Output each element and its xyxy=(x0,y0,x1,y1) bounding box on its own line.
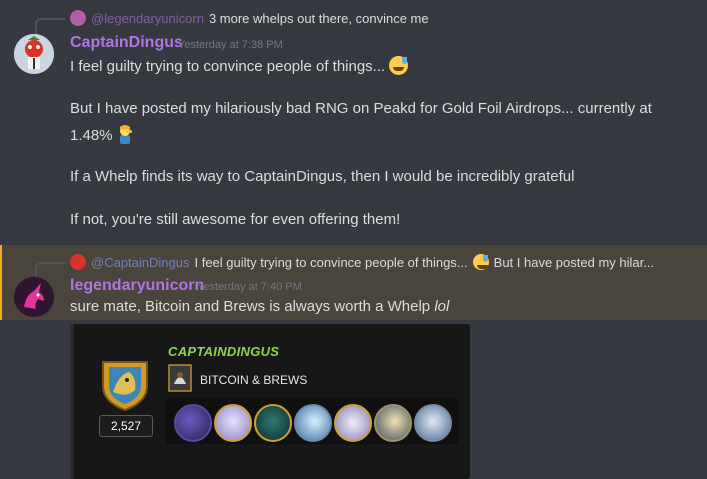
player-rating: 2,527 xyxy=(99,415,153,437)
guild-banner-icon xyxy=(168,364,192,397)
avatar[interactable] xyxy=(14,34,54,74)
player-name: CAPTAINDINGUS xyxy=(168,344,280,359)
rank-shield-icon xyxy=(97,356,153,417)
message-line: I feel guilty trying to convince people … xyxy=(70,56,409,75)
guild-name: BITCOIN & BREWS xyxy=(200,373,308,387)
unit-portrait xyxy=(414,404,452,442)
unit-portrait xyxy=(294,404,332,442)
facepalm-emoji-icon xyxy=(117,124,133,144)
reply-reference[interactable]: @legendaryunicorn 3 more whelps out ther… xyxy=(70,10,429,26)
message-text: 1.48% xyxy=(70,127,113,144)
message-line: sure mate, Bitcoin and Brews is always w… xyxy=(70,298,449,315)
sweat-smile-emoji-icon xyxy=(472,254,489,270)
message-timestamp[interactable]: Yesterday at 7:38 PM xyxy=(178,39,283,51)
mention-highlight-bar xyxy=(0,245,2,320)
unit-portrait xyxy=(254,404,292,442)
message-text: sure mate, Bitcoin and Brews is always w… xyxy=(70,298,431,315)
reply-reference[interactable]: @CaptainDingus I feel guilty trying to c… xyxy=(70,254,654,270)
unit-portrait xyxy=(334,404,372,442)
replied-user-mention[interactable]: @legendaryunicorn xyxy=(91,11,204,26)
message-text-italic: lol xyxy=(434,298,450,315)
replied-user-mention[interactable]: @CaptainDingus xyxy=(91,255,189,270)
unit-portrait xyxy=(214,404,252,442)
replied-user-avatar[interactable] xyxy=(70,254,86,270)
message-line: 1.48% xyxy=(70,124,133,144)
avatar-image xyxy=(14,34,54,74)
message-author[interactable]: CaptainDingus xyxy=(70,34,183,52)
message-line: If a Whelp finds its way to CaptainDingu… xyxy=(70,168,575,185)
unicorn-avatar-icon xyxy=(14,277,54,317)
replied-message-preview[interactable]: I feel guilty trying to convince people … xyxy=(194,255,467,270)
message-timestamp[interactable]: Yesterday at 7:40 PM xyxy=(197,281,302,293)
sweat-smile-emoji-icon xyxy=(389,56,409,75)
replied-message-preview-tail[interactable]: But I have posted my hilar... xyxy=(494,255,654,270)
avatar[interactable] xyxy=(14,277,54,317)
message-line: But I have posted my hilariously bad RNG… xyxy=(70,100,652,117)
unit-portrait xyxy=(174,404,212,442)
message-author[interactable]: legendaryunicorn xyxy=(70,277,204,295)
replied-message-preview[interactable]: 3 more whelps out there, convince me xyxy=(209,11,429,26)
reply-connector xyxy=(35,262,65,276)
message-line: If not, you're still awesome for even of… xyxy=(70,211,401,228)
reply-connector xyxy=(35,18,65,34)
replied-user-avatar[interactable] xyxy=(70,10,86,26)
message-text: I feel guilty trying to convince people … xyxy=(70,58,386,75)
embedded-image-edge xyxy=(70,324,74,479)
unit-portrait xyxy=(374,404,412,442)
